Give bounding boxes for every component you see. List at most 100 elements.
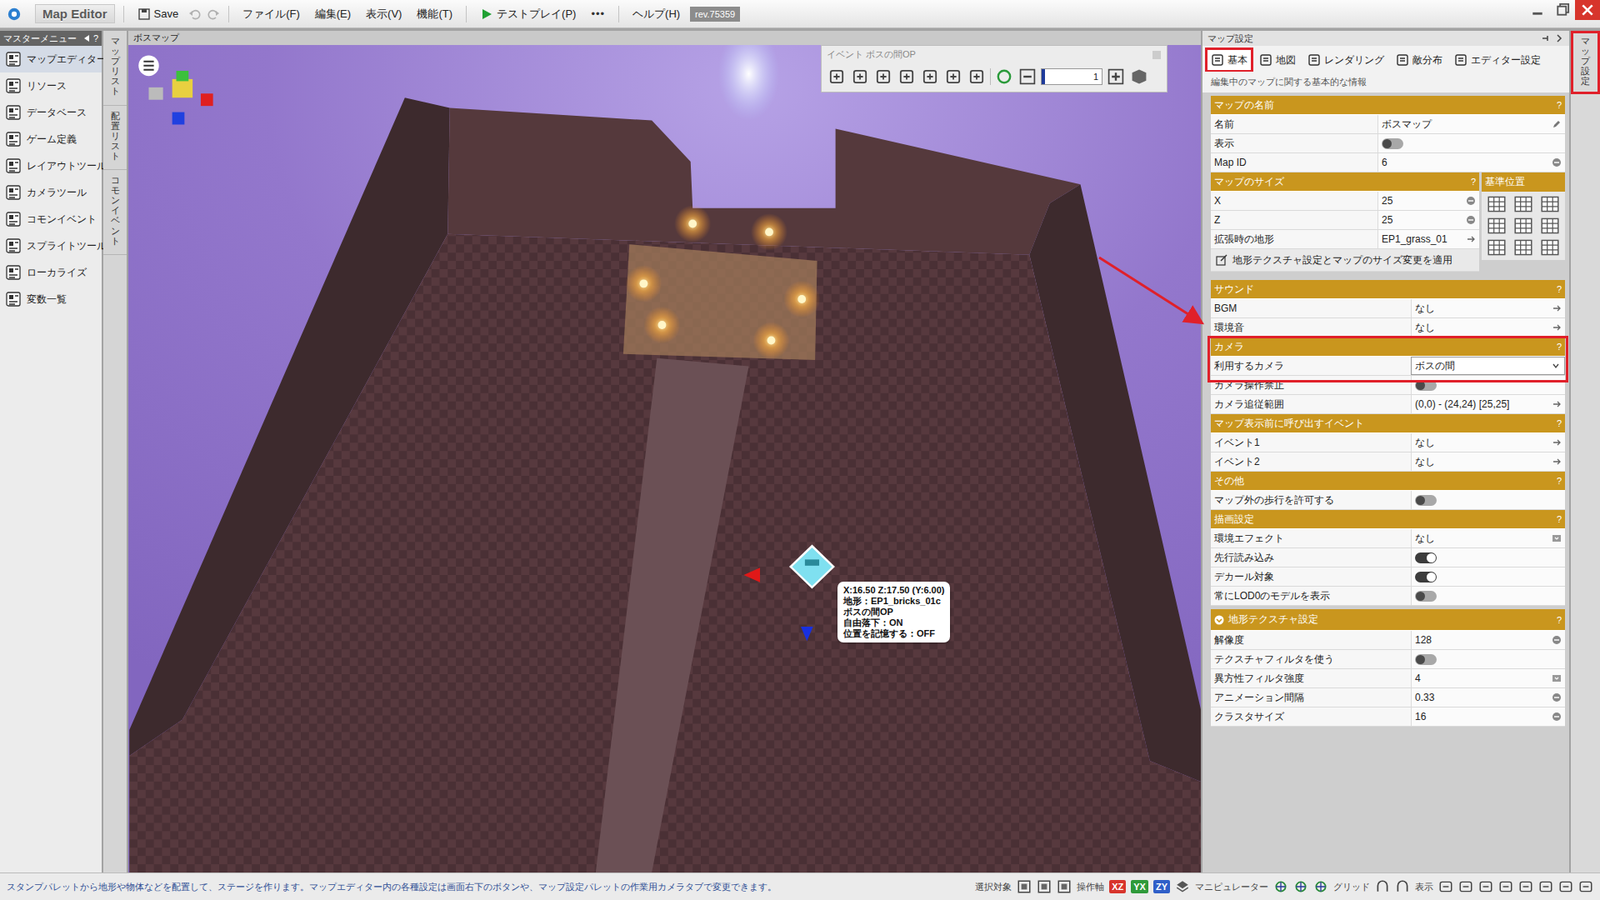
setting-value[interactable]: 25: [1377, 210, 1480, 230]
help-button[interactable]: ?: [1556, 341, 1562, 352]
spinner-icon[interactable]: [1551, 692, 1562, 703]
cube-icon[interactable]: [1129, 66, 1150, 87]
arrow-icon[interactable]: [1551, 322, 1562, 333]
more-button[interactable]: •••: [585, 5, 610, 23]
plus-icon[interactable]: [1105, 66, 1126, 87]
restore-icon[interactable]: [1550, 0, 1575, 20]
master-menu-item[interactable]: リソース: [0, 72, 102, 100]
setting-value[interactable]: (0,0) - (24,24) [25,25]: [1410, 395, 1565, 414]
select-icon[interactable]: [1551, 533, 1562, 544]
event-tool-icon[interactable]: [943, 66, 964, 87]
setting-value[interactable]: ボスマップ: [1377, 115, 1565, 134]
display-option-icon[interactable]: [1578, 879, 1594, 895]
menu-icon[interactable]: [138, 55, 159, 76]
display-option-icon[interactable]: [1458, 879, 1474, 895]
arrow-icon[interactable]: [1551, 399, 1562, 410]
apply-button[interactable]: 地形テクスチャ設定とマップのサイズ変更を適用: [1210, 249, 1458, 271]
close-icon[interactable]: [1151, 50, 1162, 60]
display-option-icon[interactable]: [1498, 879, 1514, 895]
axis-button[interactable]: ZY: [1153, 880, 1170, 894]
pin-icon[interactable]: [1540, 33, 1551, 44]
anchor-grid-icon[interactable]: [1514, 239, 1533, 256]
scene-canvas[interactable]: イベント ボスの間OP1X:16.50 Z:17.50 (Y:6.00)地形：E…: [128, 45, 1201, 873]
setting-value[interactable]: ボスの間: [1410, 356, 1565, 375]
anchor-grid-icon[interactable]: [1540, 195, 1560, 213]
side-tab[interactable]: 配置リスト: [103, 105, 127, 170]
count-slider[interactable]: 1: [1040, 68, 1103, 85]
grid-mode-icon[interactable]: [1375, 879, 1390, 895]
menu-item[interactable]: 編集(E): [310, 4, 356, 25]
setting-value[interactable]: 0.33: [1410, 688, 1565, 707]
save-button[interactable]: Save: [132, 5, 185, 24]
spinner-icon[interactable]: [1465, 215, 1476, 225]
master-menu-item[interactable]: データベース: [0, 99, 102, 126]
master-menu-item[interactable]: スプライトツール: [0, 232, 102, 260]
select-icon[interactable]: [1551, 673, 1562, 684]
section-header[interactable]: 地形テクスチャ設定?: [1210, 609, 1565, 631]
setting-value[interactable]: なし: [1410, 433, 1565, 452]
help-button[interactable]: ?: [1556, 284, 1562, 295]
axis-button[interactable]: YX: [1130, 880, 1149, 894]
selection-mode-icon[interactable]: [1036, 879, 1052, 895]
setting-value[interactable]: EP1_grass_01: [1377, 230, 1480, 249]
display-option-icon[interactable]: [1478, 879, 1494, 895]
menu-item[interactable]: ファイル(F): [237, 4, 305, 25]
anchor-grid-icon[interactable]: [1514, 217, 1533, 235]
anchor-grid-icon[interactable]: [1487, 217, 1506, 235]
manipulator-mode-icon[interactable]: [1313, 879, 1329, 895]
event-tool-icon[interactable]: [896, 66, 917, 87]
toggle-switch[interactable]: [1415, 495, 1437, 506]
master-menu-item[interactable]: 変数一覧: [0, 285, 102, 313]
z-axis-handle-icon[interactable]: [800, 626, 814, 641]
settings-tab[interactable]: 基本: [1205, 48, 1253, 72]
spinner-icon[interactable]: [1551, 635, 1562, 645]
help-menu[interactable]: ヘルプ(H): [627, 4, 685, 25]
toggle-switch[interactable]: [1415, 552, 1437, 564]
menu-item[interactable]: 機能(T): [411, 4, 458, 25]
display-option-icon[interactable]: [1518, 879, 1534, 895]
setting-value[interactable]: 25: [1377, 191, 1480, 210]
help-button[interactable]: ?: [1556, 615, 1562, 625]
master-menu-item[interactable]: ゲーム定義: [0, 125, 102, 153]
master-menu-item[interactable]: マップエディター: [0, 45, 102, 73]
help-button[interactable]: ?: [93, 33, 99, 44]
spinner-icon[interactable]: [1551, 157, 1562, 168]
minimize-icon[interactable]: [1525, 0, 1550, 20]
toggle-switch[interactable]: [1415, 654, 1437, 665]
spinner-icon[interactable]: [1551, 711, 1562, 722]
map-settings-dock-tab[interactable]: マップ設定: [1570, 30, 1600, 95]
arrow-icon[interactable]: [1551, 456, 1562, 467]
collapse-icon[interactable]: [82, 34, 91, 43]
undo-icon[interactable]: [188, 7, 202, 21]
event-marker-icon[interactable]: [790, 545, 834, 588]
settings-tab[interactable]: エディター設定: [1449, 48, 1546, 72]
settings-tab[interactable]: 敵分布: [1390, 48, 1448, 72]
minus-icon[interactable]: [1017, 66, 1038, 87]
master-menu-item[interactable]: カメラツール: [0, 179, 102, 206]
redo-icon[interactable]: [206, 7, 220, 21]
setting-value[interactable]: なし: [1410, 318, 1565, 337]
display-option-icon[interactable]: [1538, 879, 1554, 895]
settings-tab[interactable]: レンダリング: [1302, 48, 1390, 72]
testplay-button[interactable]: テストプレイ(P): [475, 4, 581, 25]
selection-mode-icon[interactable]: [1056, 879, 1072, 895]
event-tool-icon[interactable]: [873, 66, 894, 87]
event-tool-icon[interactable]: [850, 66, 870, 87]
axis-gizmo-icon[interactable]: [148, 70, 213, 125]
help-button[interactable]: ?: [1556, 100, 1562, 110]
setting-value[interactable]: なし: [1410, 299, 1565, 318]
x-axis-handle-icon[interactable]: [743, 567, 760, 582]
setting-value[interactable]: なし: [1410, 529, 1565, 548]
toggle-switch[interactable]: [1381, 138, 1404, 150]
anchor-grid-icon[interactable]: [1487, 239, 1506, 256]
setting-value[interactable]: 4: [1410, 669, 1565, 688]
settings-tab[interactable]: 地図: [1254, 48, 1301, 72]
toggle-switch[interactable]: [1415, 380, 1437, 391]
manipulator-icon[interactable]: [1175, 879, 1190, 895]
caret-icon[interactable]: [1550, 360, 1561, 371]
setting-value[interactable]: なし: [1410, 452, 1565, 471]
menu-item[interactable]: 表示(V): [360, 4, 407, 25]
grid-mode-icon[interactable]: [1395, 879, 1410, 895]
close-icon[interactable]: [1575, 0, 1600, 20]
map-scene[interactable]: [128, 45, 1201, 873]
